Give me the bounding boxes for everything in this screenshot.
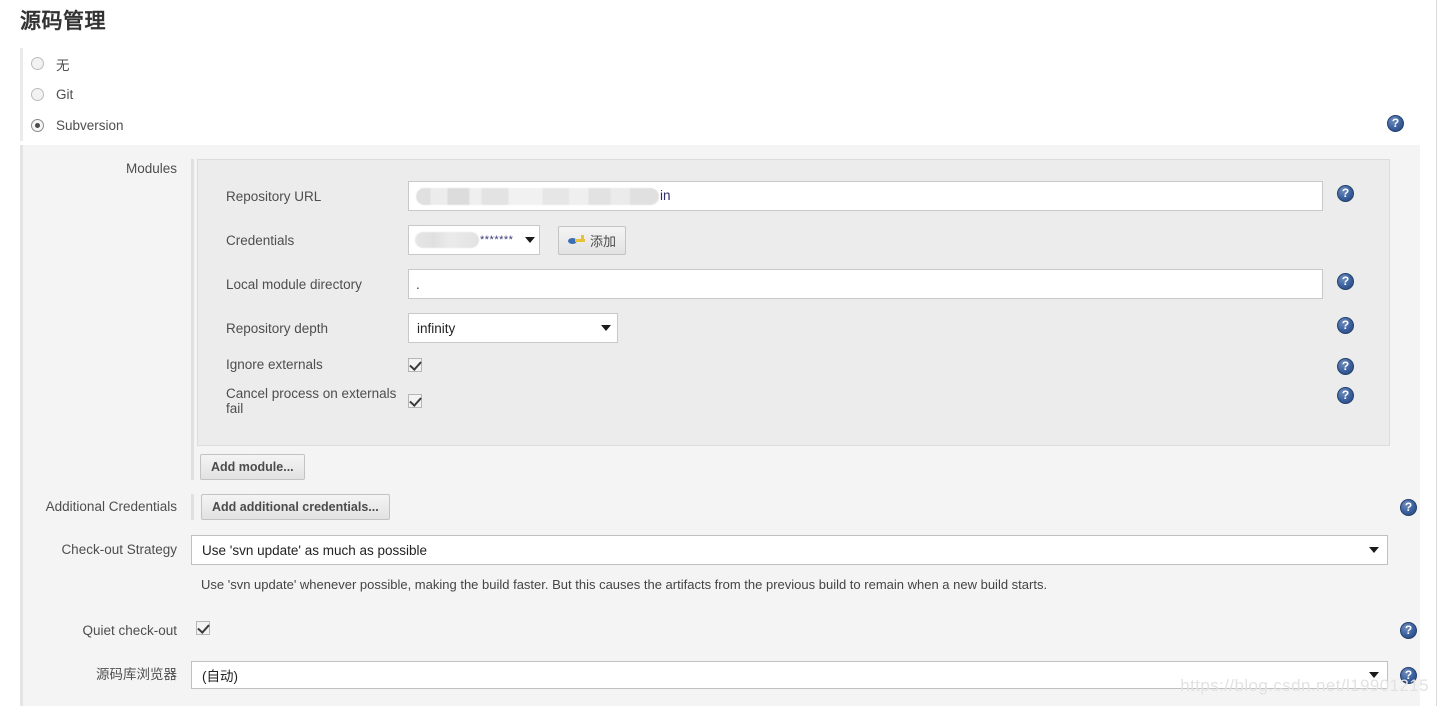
checkout-strategy-description: Use 'svn update' whenever possible, maki… bbox=[201, 577, 1048, 592]
modules-label: Modules bbox=[125, 161, 177, 176]
help-icon-additional-credentials[interactable] bbox=[1400, 499, 1417, 516]
checkout-strategy-label: Check-out Strategy bbox=[61, 542, 177, 557]
local-module-directory-row: Local module directory bbox=[198, 262, 1389, 306]
help-icon-subversion[interactable] bbox=[1387, 115, 1404, 132]
modules-row: Modules Repository URL in ? Credentials … bbox=[23, 145, 1420, 480]
checkout-strategy-row: Check-out Strategy Use 'svn update' as m… bbox=[23, 535, 1420, 592]
scm-option-git-label: Git bbox=[56, 87, 74, 102]
local-module-directory-input[interactable] bbox=[408, 269, 1323, 299]
key-icon bbox=[568, 234, 585, 247]
additional-credentials-label: Additional Credentials bbox=[45, 499, 177, 514]
credentials-masked-value: ******* bbox=[480, 234, 514, 246]
repository-url-input[interactable]: in bbox=[408, 181, 1323, 211]
quiet-checkout-label: Quiet check-out bbox=[82, 623, 177, 638]
chevron-down-icon-credentials bbox=[525, 237, 535, 243]
cancel-process-on-externals-fail-checkbox[interactable] bbox=[408, 394, 422, 408]
radio-icon-git[interactable] bbox=[31, 88, 44, 101]
scm-config-page: 源码管理 无 Git Subversion Modules Repo bbox=[0, 0, 1437, 706]
repository-browser-label: 源码库浏览器 bbox=[96, 667, 177, 682]
scm-option-git[interactable]: Git bbox=[23, 79, 1420, 110]
repository-browser-value: (自动) bbox=[202, 669, 238, 684]
scm-option-none[interactable]: 无 bbox=[23, 48, 1420, 79]
repository-browser-select[interactable]: (自动) bbox=[191, 661, 1388, 689]
additional-credentials-row: Additional Credentials Add additional cr… bbox=[23, 494, 1420, 520]
repository-depth-value: infinity bbox=[417, 320, 456, 336]
redacted-url-value bbox=[416, 187, 659, 205]
help-icon-repository-depth[interactable] bbox=[1337, 317, 1354, 334]
scm-option-subversion-label: Subversion bbox=[56, 118, 124, 133]
checkout-strategy-value: Use 'svn update' as much as possible bbox=[202, 542, 428, 558]
checkout-strategy-select[interactable]: Use 'svn update' as much as possible bbox=[191, 535, 1388, 565]
add-credentials-button-label: 添加 bbox=[590, 233, 617, 249]
modules-container: Repository URL in Credentials bbox=[191, 159, 1390, 480]
radio-icon-subversion[interactable] bbox=[31, 119, 44, 132]
repository-browser-row: 源码库浏览器 (自动) bbox=[23, 661, 1420, 689]
help-icon-repository-url[interactable] bbox=[1337, 185, 1354, 202]
repository-url-label: Repository URL bbox=[226, 188, 322, 204]
scm-type-radio-group: 无 Git Subversion bbox=[20, 48, 1420, 141]
credentials-row: Credentials ******* 添加 bbox=[198, 218, 1389, 262]
help-icon-quiet-checkout[interactable] bbox=[1400, 622, 1417, 639]
subversion-settings-panel: Modules Repository URL in ? Credentials … bbox=[20, 145, 1420, 706]
ignore-externals-label: Ignore externals bbox=[226, 357, 323, 372]
module-panel: Repository URL in Credentials bbox=[197, 159, 1390, 446]
add-credentials-button[interactable]: 添加 bbox=[558, 225, 627, 255]
quiet-checkout-row: Quiet check-out bbox=[23, 621, 1420, 641]
help-icon-cancel-process[interactable] bbox=[1337, 387, 1354, 404]
scm-option-subversion[interactable]: Subversion bbox=[23, 110, 1420, 141]
chevron-down-icon-strategy bbox=[1369, 547, 1379, 553]
repository-depth-select[interactable]: infinity bbox=[408, 313, 618, 343]
repository-url-row: Repository URL in bbox=[198, 174, 1389, 218]
ignore-externals-checkbox[interactable] bbox=[408, 357, 422, 372]
radio-icon-none[interactable] bbox=[31, 57, 44, 70]
local-module-directory-label: Local module directory bbox=[226, 276, 362, 292]
repository-url-visible-suffix: in bbox=[660, 188, 671, 203]
help-icon-repository-browser[interactable] bbox=[1400, 667, 1417, 684]
additional-credentials-control: Add additional credentials... bbox=[191, 494, 390, 520]
repository-depth-label: Repository depth bbox=[226, 320, 329, 336]
quiet-checkout-checkbox[interactable] bbox=[196, 621, 210, 635]
scm-option-none-label: 无 bbox=[56, 57, 70, 73]
ignore-externals-row: Ignore externals bbox=[198, 350, 1389, 379]
credentials-select[interactable]: ******* bbox=[408, 225, 540, 255]
chevron-down-icon-depth bbox=[601, 325, 611, 331]
add-additional-credentials-button[interactable]: Add additional credentials... bbox=[201, 494, 390, 520]
help-icon-ignore-externals[interactable] bbox=[1337, 358, 1354, 375]
chevron-down-icon-repository-browser bbox=[1369, 672, 1379, 678]
cancel-process-on-externals-fail-label: Cancel process on externals fail bbox=[226, 386, 397, 416]
repository-depth-row: Repository depth infinity bbox=[198, 306, 1389, 350]
credentials-label: Credentials bbox=[226, 232, 295, 248]
add-module-button[interactable]: Add module... bbox=[200, 454, 305, 480]
redacted-credential-value bbox=[415, 232, 479, 248]
help-icon-local-module-directory[interactable] bbox=[1337, 273, 1354, 290]
page-title: 源码管理 bbox=[20, 10, 106, 33]
cancel-process-on-externals-fail-row: Cancel process on externals fail bbox=[198, 379, 1389, 423]
